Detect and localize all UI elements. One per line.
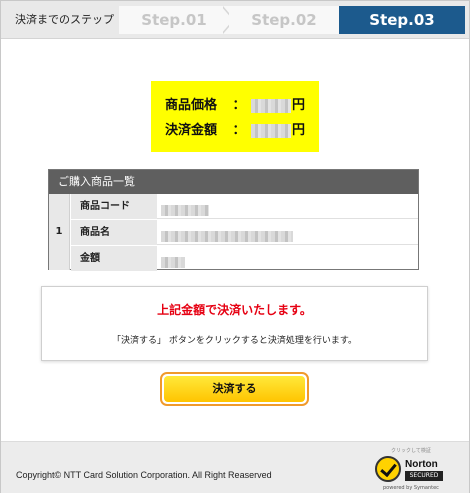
item-price-label: 商品価格	[165, 98, 218, 113]
purchased-items-table: ご購入商品一覧 1 商品コード 商品名 金額	[48, 169, 419, 271]
total-amount-currency: 円	[292, 123, 306, 138]
checkout-page: 決済までのステップ Step.01 Step.02 Step.03 商品価格 ： 円…	[0, 0, 470, 493]
table-row: 商品コード	[71, 194, 418, 219]
amount-value	[161, 252, 185, 271]
step-2: Step.02	[229, 6, 339, 34]
amount-label: 金額	[71, 246, 157, 271]
product-code-value	[161, 200, 209, 219]
pay-button-label: 決済する	[164, 376, 305, 402]
norton-powered-by: powered by Symantec	[383, 485, 439, 491]
item-price-row: 商品価格 ： 円	[165, 94, 305, 113]
copyright-text: Copyright© NTT Card Solution Corporation…	[16, 470, 272, 480]
product-name-label: 商品名	[71, 220, 157, 245]
table-row: 金額	[71, 246, 418, 271]
pay-button[interactable]: 決済する	[160, 372, 309, 406]
step-progress-bar: 決済までのステップ Step.01 Step.02 Step.03	[1, 1, 469, 39]
product-code-label: 商品コード	[71, 194, 157, 219]
item-row-number: 1	[49, 194, 70, 270]
checkmark-icon	[375, 456, 401, 482]
item-price-value-redacted	[251, 98, 291, 113]
step-1: Step.01	[119, 6, 229, 34]
norton-brand: Norton	[405, 459, 438, 470]
confirmation-instruction: 「決済する」 ボタンをクリックすると決済処理を行います。	[112, 336, 357, 346]
confirmation-message-box: 上記金額で決済いたします。 「決済する」 ボタンをクリックすると決済処理を行いま…	[41, 286, 428, 361]
step-3-active: Step.03	[339, 6, 465, 34]
norton-secured-seal[interactable]: クリックして検証 Norton SECURED powered by Syman…	[375, 447, 445, 493]
redacted-value	[161, 257, 185, 268]
total-amount-label: 決済金額	[165, 123, 218, 138]
confirmation-title: 上記金額で決済いたします。	[157, 303, 312, 317]
price-summary: 商品価格 ： 円 決済金額 ： 円	[151, 81, 319, 152]
total-amount-row: 決済金額 ： 円	[165, 119, 305, 138]
item-price-separator: ：	[232, 98, 246, 113]
step-progress-label: 決済までのステップ	[15, 13, 114, 26]
table-row: 商品名	[71, 220, 418, 245]
redacted-value	[161, 231, 293, 242]
item-price-currency: 円	[292, 98, 306, 113]
purchased-items-heading: ご購入商品一覧	[49, 170, 418, 194]
redacted-value	[161, 205, 209, 216]
product-name-value	[161, 226, 293, 245]
total-amount-separator: ：	[232, 123, 246, 138]
footer: Copyright© NTT Card Solution Corporation…	[1, 441, 469, 493]
total-amount-value-redacted	[251, 123, 291, 138]
norton-secured-label: SECURED	[405, 471, 443, 481]
norton-click-text: クリックして検証	[391, 448, 431, 454]
